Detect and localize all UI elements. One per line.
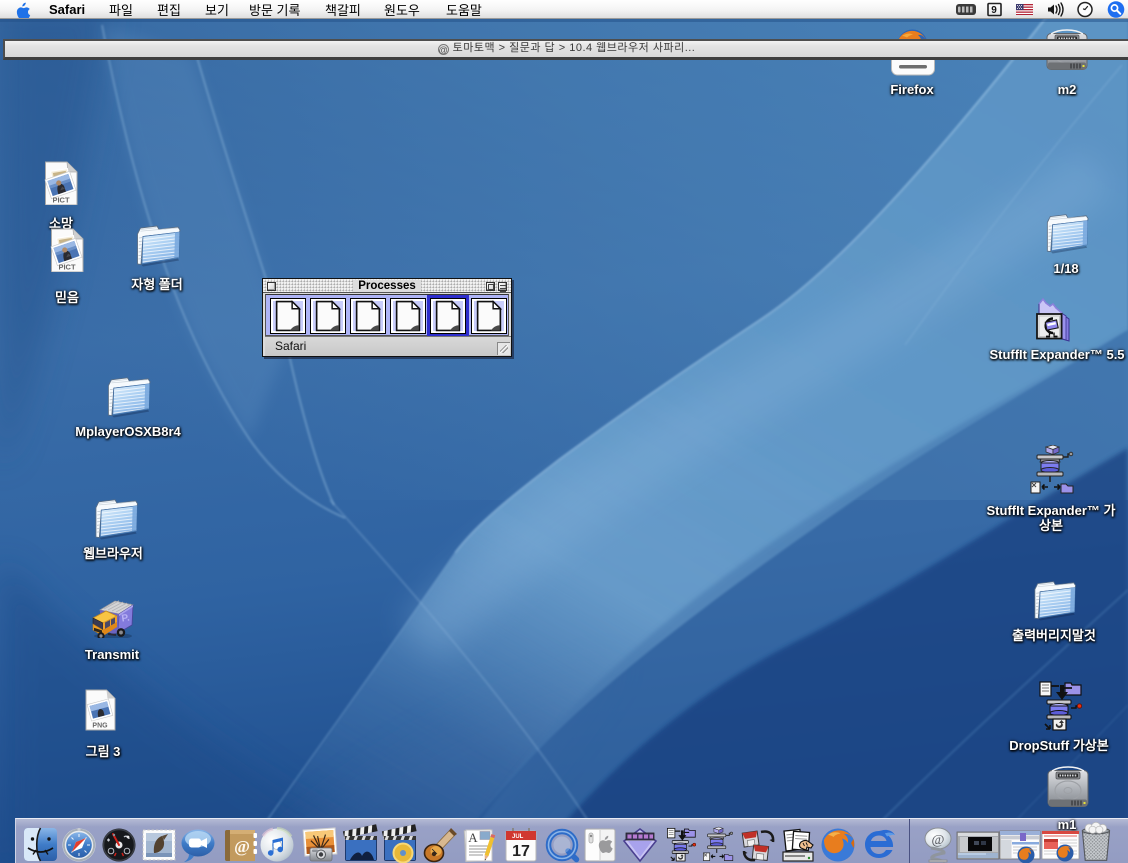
svg-text:@: @ [932, 833, 945, 848]
svg-text:JUL: JUL [512, 834, 524, 840]
svg-text:A: A [468, 830, 478, 845]
svg-text:9: 9 [991, 5, 997, 16]
svg-text:@: @ [234, 837, 250, 856]
svg-text:17: 17 [512, 843, 530, 860]
